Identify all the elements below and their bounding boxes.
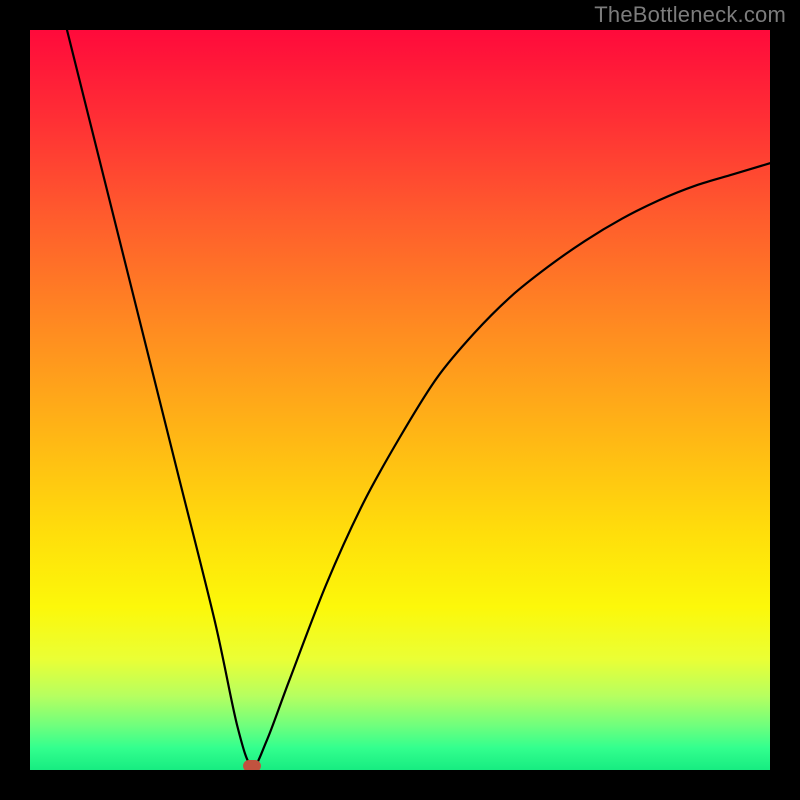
minimum-marker	[243, 760, 261, 770]
bottleneck-curve	[30, 30, 770, 770]
attribution-label: TheBottleneck.com	[594, 2, 786, 28]
plot-area	[30, 30, 770, 770]
chart-frame: TheBottleneck.com	[0, 0, 800, 800]
